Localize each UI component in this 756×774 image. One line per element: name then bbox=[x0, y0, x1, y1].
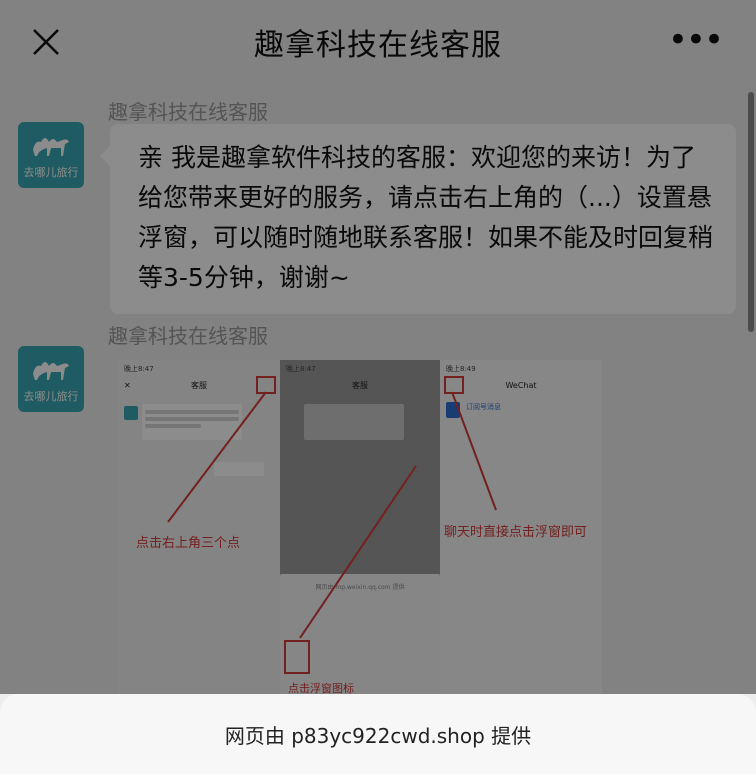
avatar[interactable]: 去哪儿旅行 bbox=[18, 346, 84, 412]
avatar[interactable]: 去哪儿旅行 bbox=[18, 122, 84, 188]
avatar-label: 去哪儿旅行 bbox=[23, 166, 79, 179]
message-sender: 趣拿科技在线客服 bbox=[108, 324, 268, 348]
camel-logo-icon bbox=[33, 362, 69, 380]
message-sender: 趣拿科技在线客服 bbox=[108, 100, 268, 124]
provider-text: 网页由 p83yc922cwd.shop 提供 bbox=[224, 723, 532, 748]
close-icon[interactable] bbox=[26, 22, 66, 62]
more-icon[interactable]: ••• bbox=[668, 23, 724, 57]
bottom-sheet: 网页由 p83yc922cwd.shop 提供 bbox=[0, 694, 756, 774]
tutorial-image[interactable]: 晚上8:47 ✕ 客服 点击右上角三个点 晚上8:47 客服 网页由 mp.we… bbox=[118, 360, 602, 700]
top-bar: 趣拿科技在线客服 ••• bbox=[0, 0, 756, 84]
scrollbar[interactable] bbox=[746, 84, 756, 774]
page-title: 趣拿科技在线客服 bbox=[254, 28, 502, 63]
annotation-arrows bbox=[167, 391, 497, 639]
chat-page: 趣拿科技在线客服 ••• 趣拿科技在线客服 去哪儿旅行 亲 我是趣拿软件科技的客… bbox=[0, 0, 756, 774]
camel-logo-icon bbox=[33, 138, 69, 156]
message-bubble: 亲 我是趣拿软件科技的客服：欢迎您的来访！为了给您带来更好的服务，请点击右上角的… bbox=[100, 124, 736, 314]
avatar-label: 去哪儿旅行 bbox=[23, 390, 79, 403]
scrollbar-thumb[interactable] bbox=[748, 92, 754, 332]
